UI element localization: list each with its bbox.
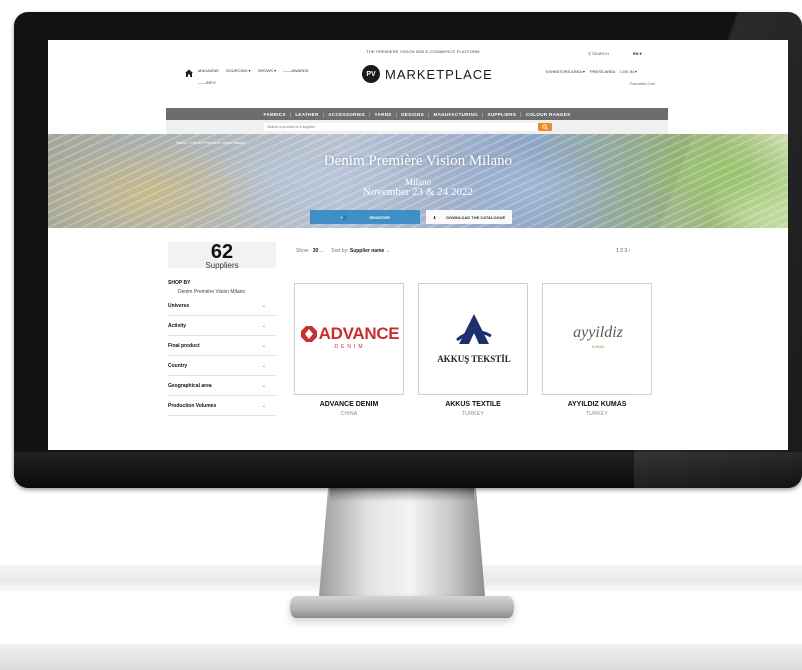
supplier-name[interactable]: AYYILDIZ KUMAS <box>542 401 652 408</box>
category-nav: FABRICS | LEATHER | ACCESSORIES | YARNS | DE… <box>166 108 668 120</box>
cat-manufacturing[interactable]: MANUFACTURING <box>429 112 481 117</box>
cat-suppliers[interactable]: SUPPLIERS <box>483 112 520 117</box>
supplier-card-advance[interactable]: ADVANCE DENIM <box>294 283 404 395</box>
stand-shadow <box>330 488 474 502</box>
desk-surface <box>0 644 802 670</box>
home-icon[interactable] <box>184 68 194 78</box>
ayyildiz-logo-text: ayyildiz <box>573 324 623 341</box>
monitor: THE PREMIERE VISION B2B E-COMMERCE PLATF… <box>14 12 802 488</box>
show-label: Show : <box>296 248 312 254</box>
cat-leather[interactable]: LEATHER <box>291 112 322 117</box>
login-link[interactable]: LOG IN ▾ <box>620 69 637 74</box>
header-search[interactable]: ⚲ SEARCH <box>588 51 609 56</box>
advance-logo-text: ADVANCE <box>318 324 400 343</box>
event-hero-banner: Home > Denim Première Vision Milano Deni… <box>48 134 788 228</box>
breadcrumb[interactable]: Home > Denim Première Vision Milano <box>176 140 245 145</box>
supplier-name[interactable]: AKKUS TEXTILE <box>418 401 528 408</box>
nav-magazine[interactable]: MAGAZINE <box>198 68 219 73</box>
facet-label: Geographical area <box>168 382 212 389</box>
press-area-link[interactable]: PRESS AREA <box>590 69 615 74</box>
event-date: November 23 & 24 2022 <box>363 186 473 198</box>
screen: THE PREMIERE VISION B2B E-COMMERCE PLATF… <box>48 40 788 450</box>
chevron-down-icon: ⌄ <box>261 342 266 349</box>
site-tagline: THE PREMIERE VISION B2B E-COMMERCE PLATF… <box>366 49 480 54</box>
facet-country[interactable]: Country ⌄ <box>168 356 276 376</box>
results-count-label: Suppliers <box>205 261 239 270</box>
supplier-card-ayyildiz[interactable]: ayyildiz KUMAS <box>542 283 652 395</box>
language-selector[interactable]: EN ▾ <box>633 51 642 56</box>
header-search-label: SEARCH <box>592 51 609 56</box>
supplier-country: TURKEY <box>585 411 609 417</box>
supplier-country: TURKEY <box>461 411 485 417</box>
nav-shows[interactable]: SHOWS ▾ <box>258 68 276 73</box>
facet-activity[interactable]: Activity ⌄ <box>168 316 276 336</box>
exhibitors-area-link[interactable]: EXHIBITORS AREA ▾ <box>546 69 585 74</box>
monitor-chin <box>14 452 802 488</box>
favorites-cart-links[interactable]: Favorites Cart <box>630 81 655 86</box>
sort-label: Sort by: <box>331 248 349 254</box>
results-toolbar: Show : 30 ⌄ Sort by: Supplier name ⌄ <box>296 248 390 254</box>
top-nav: MAGAZINE SOURCING ▾ SHOWS ▾ ——AWARDS ——I… <box>198 68 314 85</box>
facet-universe[interactable]: Universe ⌄ <box>168 296 276 316</box>
logo-text: MARKETPLACE <box>385 66 493 82</box>
logo-badge: PV <box>362 65 380 83</box>
event-title: Denim Première Vision Milano <box>323 153 513 169</box>
akkus-logo-text: AKKUŞ TEKSTİL <box>437 354 511 364</box>
download-label: DOWNLOAD THE CATALOGUE <box>446 214 506 220</box>
sort-select[interactable]: Supplier name <box>350 248 384 254</box>
supplier-country: CHINA <box>340 411 358 417</box>
search-icon <box>542 124 548 130</box>
chevron-down-icon: ⌄ <box>385 248 390 254</box>
facet-label: Country <box>168 362 188 369</box>
cat-colour-ranges[interactable]: COLOUR RANGES <box>522 112 575 117</box>
cat-accessories[interactable]: ACCESSORIES <box>324 112 369 117</box>
chevron-down-icon: ⌄ <box>261 382 266 389</box>
event-filter-link[interactable]: Denim Première Vision Milano <box>168 289 250 296</box>
site-header: THE PREMIERE VISION B2B E-COMMERCE PLATF… <box>48 40 788 110</box>
nav-awards[interactable]: ——AWARDS <box>283 68 308 73</box>
facet-production-volumes[interactable]: Production Volumes ⌄ <box>168 396 276 416</box>
pv-marketplace-logo[interactable]: PV MARKETPLACE <box>362 65 493 83</box>
show-select[interactable]: 30 <box>313 248 319 254</box>
facet-final-product[interactable]: Final product ⌄ <box>168 336 276 356</box>
chevron-down-icon: ⌄ <box>319 248 326 254</box>
cat-yarns[interactable]: YARNS <box>371 112 396 117</box>
chevron-down-icon: ⌄ <box>261 362 266 369</box>
header-account-links: EXHIBITORS AREA ▾ PRESS AREA LOG IN ▾ <box>542 69 637 74</box>
monitor-stand <box>318 488 486 608</box>
register-label: REGISTER <box>369 214 390 220</box>
user-add-icon: +👤 <box>340 214 348 220</box>
facet-label: Universe <box>168 302 190 309</box>
monitor-foot <box>290 596 514 618</box>
search-bar <box>166 120 668 134</box>
supplier-card-akkus[interactable]: AKKUŞ TEKSTİL <box>418 283 528 395</box>
search-input[interactable] <box>264 123 538 131</box>
results-count-box: 62 Suppliers <box>168 241 276 270</box>
search-button[interactable] <box>538 123 552 131</box>
shop-by-heading: SHOP BY <box>168 280 191 286</box>
advance-octagon-icon <box>300 326 317 342</box>
nav-sourcing[interactable]: SOURCING ▾ <box>226 68 251 73</box>
facet-label: Final product <box>168 342 200 349</box>
nav-info[interactable]: ——INFO <box>198 80 216 85</box>
facet-label: Activity <box>168 322 187 329</box>
chevron-down-icon: ⌄ <box>261 302 266 309</box>
cat-fabrics[interactable]: FABRICS <box>260 112 290 117</box>
advance-logo-sub: DENIM <box>334 344 366 350</box>
supplier-name[interactable]: ADVANCE DENIM <box>294 401 404 408</box>
chevron-down-icon: ⌄ <box>261 322 266 329</box>
download-icon: ⬇ <box>432 214 437 220</box>
cat-designs[interactable]: DESIGNS <box>397 112 428 117</box>
advance-denim-logo: ADVANCE <box>295 324 405 344</box>
register-button[interactable]: +👤 REGISTER <box>310 210 420 224</box>
facet-geographical-area[interactable]: Geographical area ⌄ <box>168 376 276 396</box>
filter-sidebar: SHOP BY Denim Première Vision Milano Uni… <box>168 280 276 416</box>
download-catalogue-button[interactable]: ⬇ DOWNLOAD THE CATALOGUE <box>426 210 512 224</box>
akkus-triangle-icon <box>456 314 492 344</box>
facet-label: Production Volumes <box>168 402 217 409</box>
chevron-down-icon: ⌄ <box>261 402 266 409</box>
ayyildiz-logo-sub: KUMAS <box>591 345 605 349</box>
pagination[interactable]: 1 2 3 › <box>616 248 630 254</box>
